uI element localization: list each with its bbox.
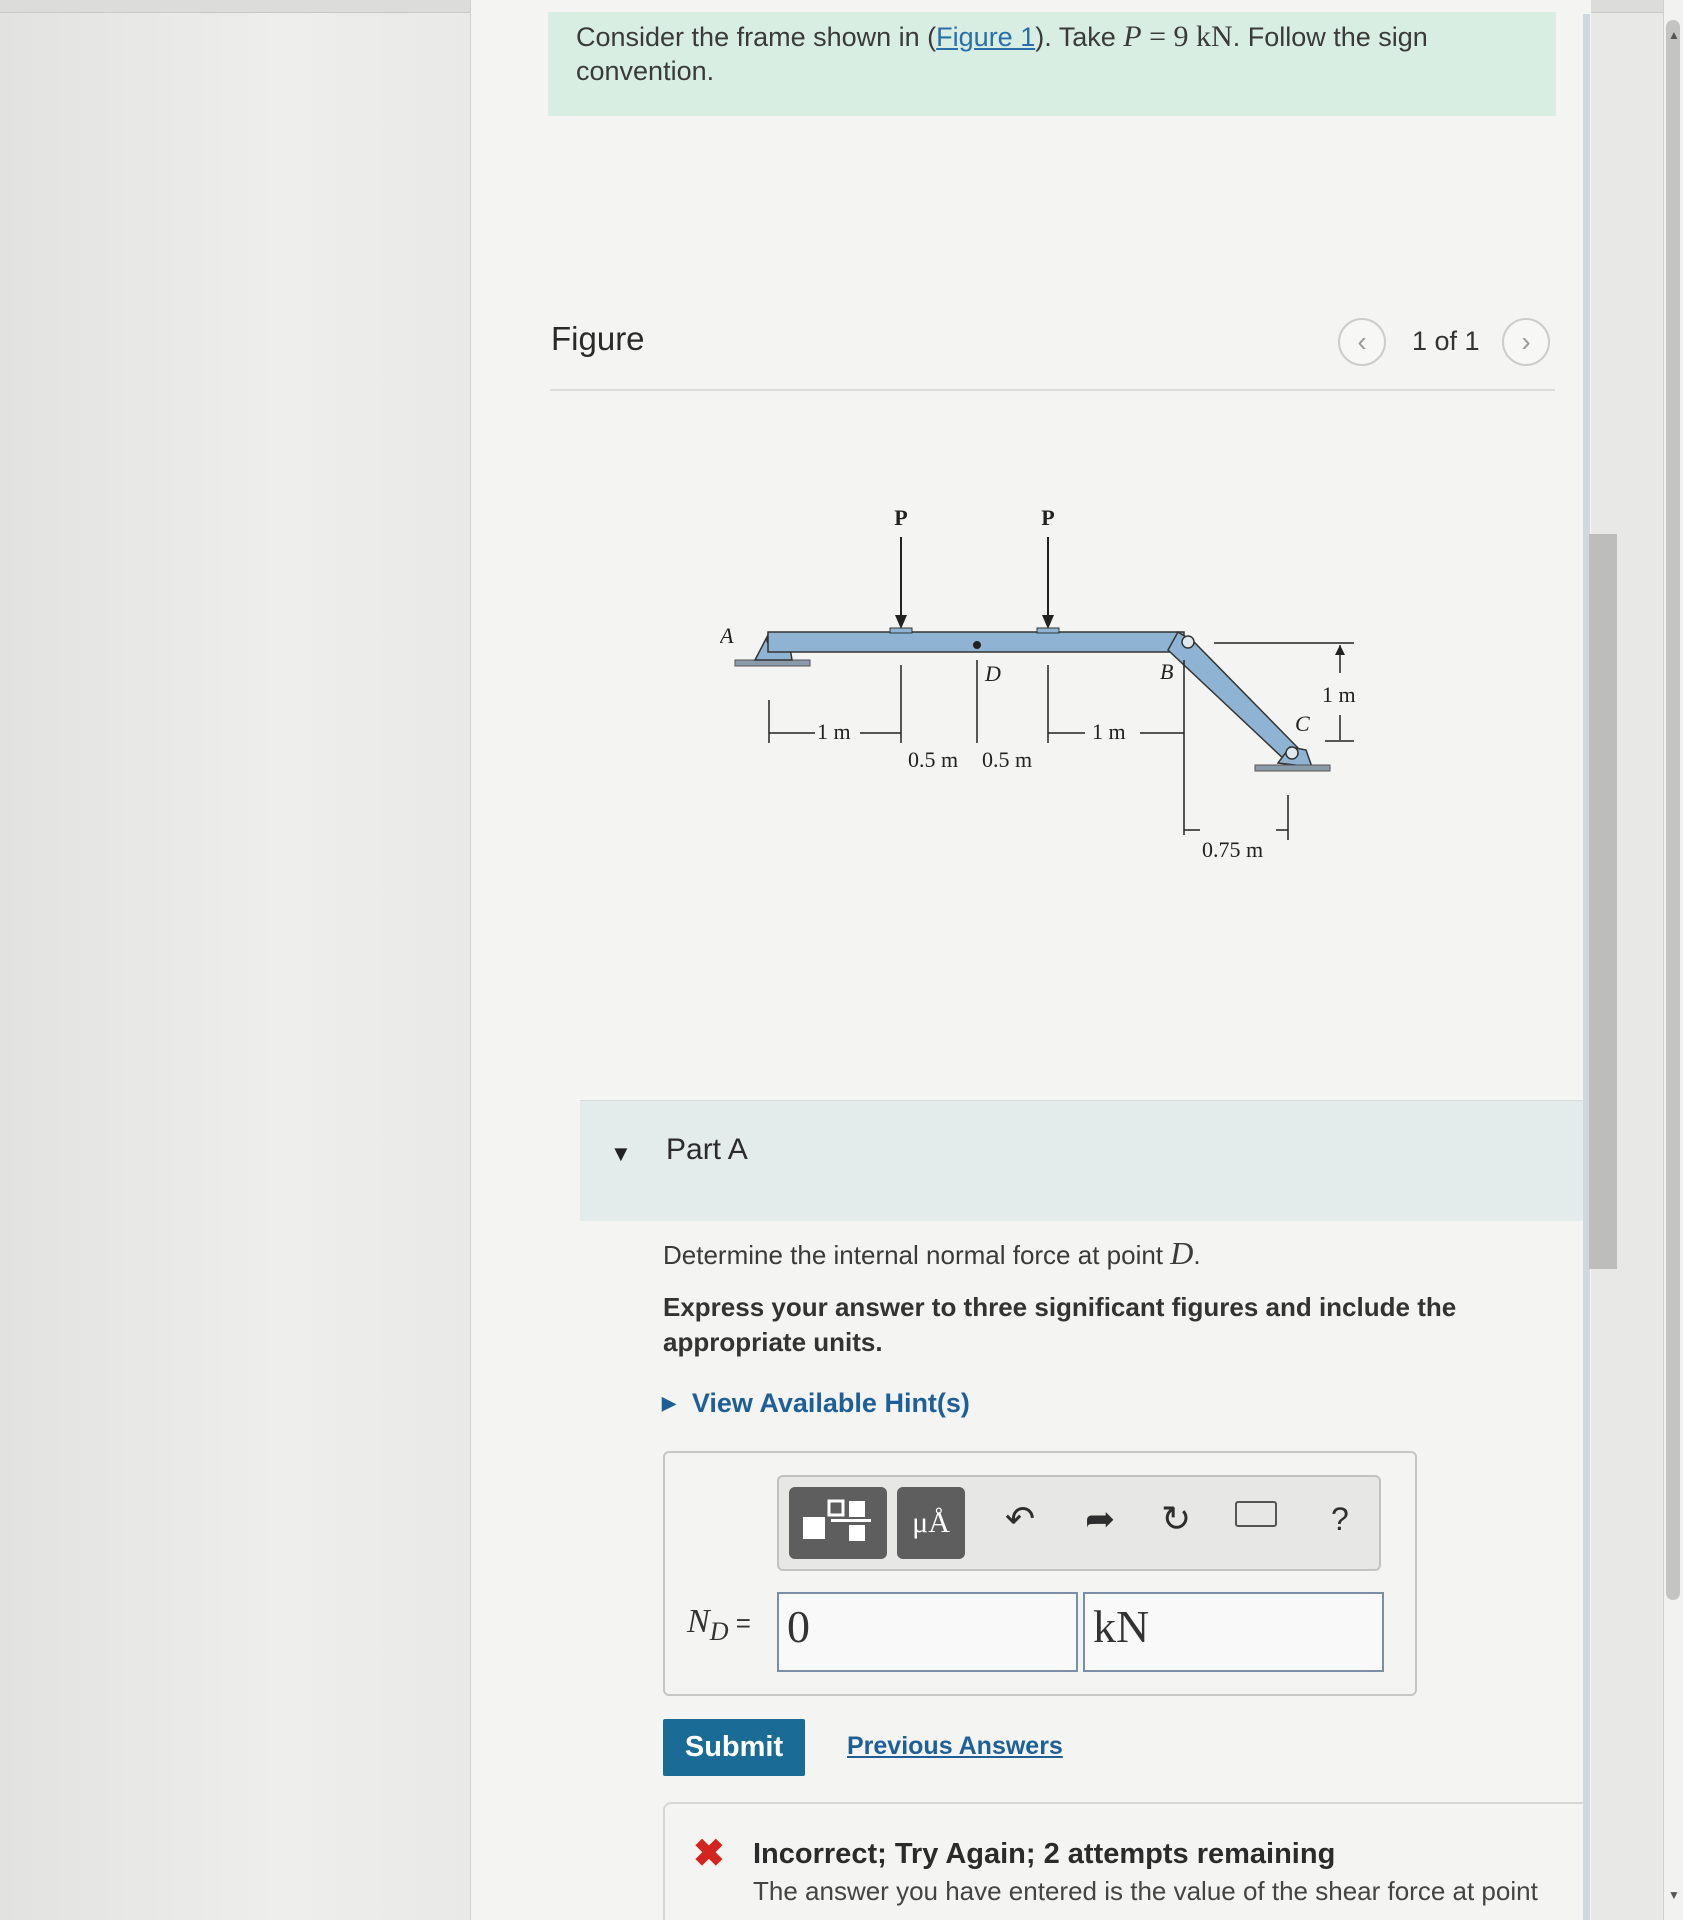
dim-05m-left: 0.5 m <box>908 747 958 772</box>
part-a-header[interactable]: ▼ Part A <box>580 1100 1585 1221</box>
templates-icon[interactable] <box>789 1487 887 1559</box>
pager-count: 1 of 1 <box>1412 326 1480 356</box>
label-d: D <box>984 661 1001 686</box>
answer-box: μÅ ↶ ➦ ↻ ? ND = 0 kN <box>663 1451 1417 1696</box>
left-margin-shade <box>0 0 470 1920</box>
figure-heading: Figure <box>551 320 645 357</box>
math-toolbar: μÅ ↶ ➦ ↻ ? <box>777 1475 1381 1571</box>
load-unit: kN <box>1196 20 1233 53</box>
figure-link[interactable]: Figure 1 <box>936 22 1035 52</box>
load-eq: = 9 <box>1141 20 1197 53</box>
caret-down-icon[interactable]: ▼ <box>610 1141 632 1167</box>
problem-statement: Consider the frame shown in (Figure 1). … <box>548 12 1556 116</box>
figure-pager: ‹ 1 of 1 › <box>1338 318 1558 370</box>
inner-scrollbar-thumb[interactable] <box>1589 534 1617 1269</box>
answer-label-eq: = <box>728 1608 751 1638</box>
feedback-title: Incorrect; Try Again; 2 attempts remaini… <box>753 1838 1336 1870</box>
symbols-button[interactable]: μÅ <box>897 1487 965 1559</box>
label-b: B <box>1160 659 1173 684</box>
prompt-text-mid: ). Take <box>1035 22 1124 52</box>
prompt-text-start: Consider the frame shown in ( <box>576 22 937 52</box>
unit-input[interactable]: kN <box>1083 1592 1384 1672</box>
question-text: Determine the internal normal force at p… <box>663 1235 1563 1272</box>
dim-1m-right: 1 m <box>1092 719 1126 744</box>
member-bc <box>1167 630 1302 762</box>
dim-075-lines <box>1184 795 1289 840</box>
feedback-panel: ✖ Incorrect; Try Again; 2 attempts remai… <box>663 1802 1585 1920</box>
frame-diagram: P P A D B C 1 m 0.5 m 0.5 m 1 m 1 m 0.75… <box>718 505 1356 862</box>
scroll-down-icon[interactable]: ▼ <box>1668 1888 1680 1902</box>
submit-button[interactable]: Submit <box>663 1719 805 1776</box>
frame-figure: P P A D B C 1 m 0.5 m 0.5 m 1 m 1 m 0.75… <box>718 495 1360 885</box>
dim-05m-right: 0.5 m <box>982 747 1032 772</box>
undo-icon[interactable]: ↶ <box>1005 1499 1035 1539</box>
hints-label: View Available Hint(s) <box>691 1388 970 1418</box>
dim-arrow-up <box>1335 645 1345 655</box>
chevron-right-icon[interactable]: › <box>1502 318 1550 366</box>
answer-instructions: Express your answer to three significant… <box>663 1292 1457 1357</box>
load-value: P = 9 kN <box>1123 20 1232 53</box>
previous-answers-link[interactable]: Previous Answers <box>847 1732 1063 1761</box>
point-d-marker <box>973 641 981 649</box>
keyboard-icon[interactable] <box>1235 1501 1277 1527</box>
page-scrollbar-thumb[interactable] <box>1666 20 1680 1600</box>
dim-1m-vertical: 1 m <box>1322 682 1356 707</box>
x-icon: ✖ <box>693 1833 725 1875</box>
reset-icon[interactable]: ↻ <box>1161 1499 1191 1539</box>
caret-right-icon: ▶ <box>662 1393 676 1413</box>
pin-b <box>1181 635 1195 649</box>
scroll-up-icon[interactable]: ▲ <box>1668 28 1680 42</box>
label-p2: P <box>1041 505 1054 530</box>
problem-text: Consider the frame shown in (Figure 1). … <box>576 20 1496 88</box>
question-var: D <box>1170 1235 1194 1271</box>
label-c: C <box>1295 711 1310 736</box>
label-a: A <box>720 623 734 648</box>
load-arrow-p1 <box>889 537 913 634</box>
load-arrow-p2 <box>1036 537 1060 634</box>
question-body: Determine the internal normal force at p… <box>663 1240 1171 1270</box>
dim-075m: 0.75 m <box>1202 837 1263 862</box>
chevron-left-icon[interactable]: ‹ <box>1338 318 1386 366</box>
value-input[interactable]: 0 <box>777 1592 1078 1672</box>
answer-label: ND = <box>687 1603 751 1647</box>
templates-icon-graphic <box>803 1499 871 1541</box>
pin-support-c <box>1254 746 1331 772</box>
help-button[interactable]: ? <box>1331 1499 1349 1539</box>
label-p1: P <box>894 505 907 530</box>
horizontal-dimension-lines <box>768 660 1185 835</box>
answer-label-sub: D <box>709 1616 729 1646</box>
load-var: P <box>1123 20 1142 53</box>
part-a-title: Part A <box>666 1133 748 1166</box>
figure-divider <box>550 389 1555 391</box>
answer-label-var: N <box>687 1603 710 1640</box>
redo-icon[interactable]: ➦ <box>1085 1499 1115 1539</box>
dim-1m-left: 1 m <box>817 719 851 744</box>
view-hints-link[interactable]: ▶ View Available Hint(s) <box>662 1388 970 1419</box>
question-end: . <box>1193 1240 1201 1270</box>
feedback-detail: The answer you have entered is the value… <box>753 1876 1538 1906</box>
